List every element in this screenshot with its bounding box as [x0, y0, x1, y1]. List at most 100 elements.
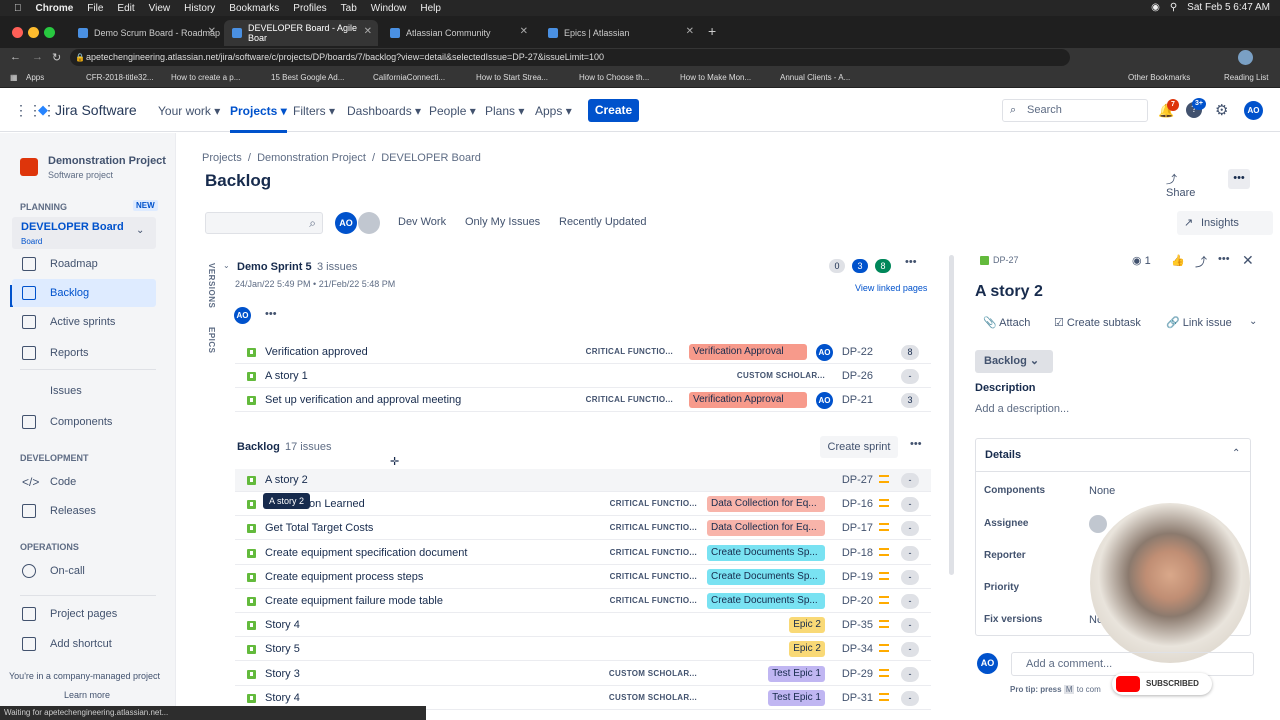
url-field[interactable]: 🔒 apetechengineering.atlassian.net/jira/…	[70, 49, 1070, 66]
share-icon[interactable]: ⤴	[1195, 253, 1207, 270]
sprint-more-icon[interactable]: •••	[905, 256, 917, 268]
sidebar-item-components[interactable]: Components	[22, 408, 156, 436]
jira-logo-text[interactable]: Jira Software	[55, 102, 137, 118]
sidebar-item-active-sprints[interactable]: Active sprints	[22, 308, 156, 336]
nav-dashboards[interactable]: Dashboards ▾	[347, 104, 421, 118]
issue-key[interactable]: DP-27	[842, 474, 873, 486]
bookmark-item[interactable]: CFR-2018-title32...	[86, 73, 154, 82]
sidebar-item-project-pages[interactable]: Project pages	[22, 600, 156, 628]
issue-key[interactable]: DP-27	[993, 255, 1019, 265]
epic-lozenge[interactable]: Data Collection for Eq...	[707, 520, 825, 537]
more-actions-icon[interactable]: •••	[1218, 253, 1230, 265]
epic-lozenge[interactable]: Epic 2	[789, 641, 825, 658]
issue-key[interactable]: DP-16	[842, 498, 873, 510]
backlog-more-icon[interactable]: •••	[910, 438, 922, 450]
browser-tab-active[interactable]: DEVELOPER Board - Agile Boar ✕	[224, 20, 378, 46]
story-points-badge[interactable]: -	[901, 594, 919, 609]
table-row[interactable]: A story 1 CUSTOM SCHOLAR... DP-26 -	[235, 365, 931, 389]
nav-projects[interactable]: Projects ▾	[230, 104, 287, 133]
table-row[interactable]: Create equipment failure mode table CRITI…	[235, 590, 931, 613]
story-points-badge[interactable]: -	[901, 642, 919, 658]
app-switcher-icon[interactable]: ⋮⋮⋮	[14, 102, 56, 119]
nav-people[interactable]: People ▾	[429, 104, 476, 118]
sidebar-item-issues[interactable]: Issues	[22, 377, 156, 405]
issue-key[interactable]: DP-21	[842, 394, 873, 406]
issue-summary[interactable]: Story 5	[265, 643, 300, 655]
epics-tab[interactable]: EPICS	[207, 327, 216, 354]
breadcrumb-projects[interactable]: Projects	[202, 152, 242, 164]
watch-button[interactable]: ◉ 1	[1132, 254, 1151, 267]
browser-tab[interactable]: Atlassian Community ✕	[382, 20, 534, 46]
bookmark-item[interactable]: How to create a p...	[171, 73, 240, 82]
story-points-badge[interactable]: -	[901, 666, 919, 682]
assignee-avatar-icon[interactable]	[1089, 515, 1107, 533]
browser-tab[interactable]: Epics | Atlassian ✕	[540, 20, 700, 46]
menu-edit[interactable]: Edit	[117, 3, 134, 14]
story-points-badge[interactable]: -	[901, 545, 919, 561]
sidebar-item-reports[interactable]: Reports	[22, 339, 156, 367]
sprint-avatar-more-icon[interactable]: •••	[265, 308, 277, 320]
epic-lozenge[interactable]: Verification Approval	[689, 344, 807, 360]
breadcrumb-board[interactable]: DEVELOPER Board	[381, 152, 481, 164]
issue-summary[interactable]: Story 4	[265, 619, 300, 631]
bookmark-item[interactable]: Apps	[26, 73, 44, 82]
table-row[interactable]: Story 4 Epic 2 DP-35 -	[235, 614, 931, 638]
bookmark-item[interactable]: Annual Clients - A...	[780, 73, 850, 82]
issue-summary[interactable]: Create equipment specification document	[265, 547, 467, 559]
jira-logo-icon[interactable]: ◆	[38, 102, 48, 118]
epic-lozenge[interactable]: Create Documents Sp...	[707, 568, 825, 585]
bookmark-item[interactable]: How to Start Strea...	[476, 73, 548, 82]
table-row[interactable]: Get Lesson Learned CRITICAL FUNCTIO... Dat…	[235, 493, 931, 517]
menu-help[interactable]: Help	[420, 3, 441, 14]
settings-gear-icon[interactable]: ⚙	[1215, 101, 1228, 119]
table-row[interactable]: Create equipment specification document C…	[235, 541, 931, 565]
story-points-badge[interactable]: 8	[901, 345, 919, 360]
bookmark-item[interactable]: CaliforniaConnecti...	[373, 73, 445, 82]
menu-view[interactable]: View	[149, 3, 171, 14]
sidebar-item-backlog[interactable]: Backlog	[12, 279, 156, 307]
issue-summary[interactable]: A story 2	[265, 474, 308, 486]
description-input[interactable]: Add a description...	[975, 403, 1069, 415]
project-name[interactable]: Demonstration Project	[48, 155, 166, 167]
wifi-icon[interactable]: ◉	[1151, 2, 1160, 13]
issue-key[interactable]: DP-19	[842, 571, 873, 583]
story-points-badge[interactable]: 3	[901, 393, 919, 409]
search-input[interactable]: ⌕ Search	[1002, 99, 1148, 122]
table-row[interactable]: Set up verification and approval meeting…	[235, 389, 931, 413]
learn-more-link[interactable]: Learn more	[64, 690, 110, 700]
sidebar-item-releases[interactable]: Releases	[22, 497, 156, 525]
story-points-badge[interactable]: -	[901, 569, 919, 585]
table-row[interactable]: Verification approved CRITICAL FUNCTIO...…	[235, 341, 931, 364]
story-points-badge[interactable]: -	[901, 690, 919, 706]
reading-list[interactable]: Reading List	[1224, 73, 1268, 82]
issue-key[interactable]: DP-20	[842, 595, 873, 607]
filter-dev-work[interactable]: Dev Work	[398, 216, 446, 228]
scrollbar[interactable]	[949, 255, 954, 575]
issue-summary[interactable]: Story 4	[265, 692, 300, 704]
minimize-window-button[interactable]	[28, 27, 39, 38]
assignee-avatar[interactable]: AO	[816, 392, 833, 410]
table-row[interactable]: Get Total Target Costs CRITICAL FUNCTIO..…	[235, 517, 931, 541]
share-button[interactable]: ⤴ Share	[1166, 171, 1195, 199]
epic-lozenge[interactable]: Data Collection for Eq...	[707, 496, 825, 513]
epic-lozenge[interactable]: Create Documents Sp...	[707, 544, 825, 561]
nav-your-work[interactable]: Your work ▾	[158, 104, 220, 118]
close-tab-icon[interactable]: ✕	[686, 26, 694, 37]
filter-avatar[interactable]: AO	[335, 212, 357, 234]
issue-key[interactable]: DP-35	[842, 619, 873, 631]
chevron-down-icon[interactable]: ⌄	[223, 261, 230, 270]
close-window-button[interactable]	[12, 27, 23, 38]
issue-title[interactable]: A story 2	[975, 283, 1043, 301]
epic-lozenge[interactable]: Test Epic 1	[768, 689, 825, 706]
table-row[interactable]: Story 3 CUSTOM SCHOLAR... Test Epic 1 DP-29…	[235, 662, 931, 686]
menu-history[interactable]: History	[184, 3, 215, 14]
other-bookmarks[interactable]: Other Bookmarks	[1128, 73, 1190, 82]
clock[interactable]: Sat Feb 5 6:47 AM	[1187, 2, 1270, 13]
unassigned-avatar-icon[interactable]	[358, 212, 380, 234]
story-points-badge[interactable]: -	[901, 497, 919, 513]
reload-icon[interactable]: ↻	[52, 51, 61, 64]
apple-icon[interactable]: 	[14, 3, 22, 14]
bookmark-item[interactable]: How to Make Mon...	[680, 73, 751, 82]
sprint-assignee-avatar[interactable]: AO	[234, 307, 251, 324]
story-points-badge[interactable]: -	[901, 473, 919, 488]
